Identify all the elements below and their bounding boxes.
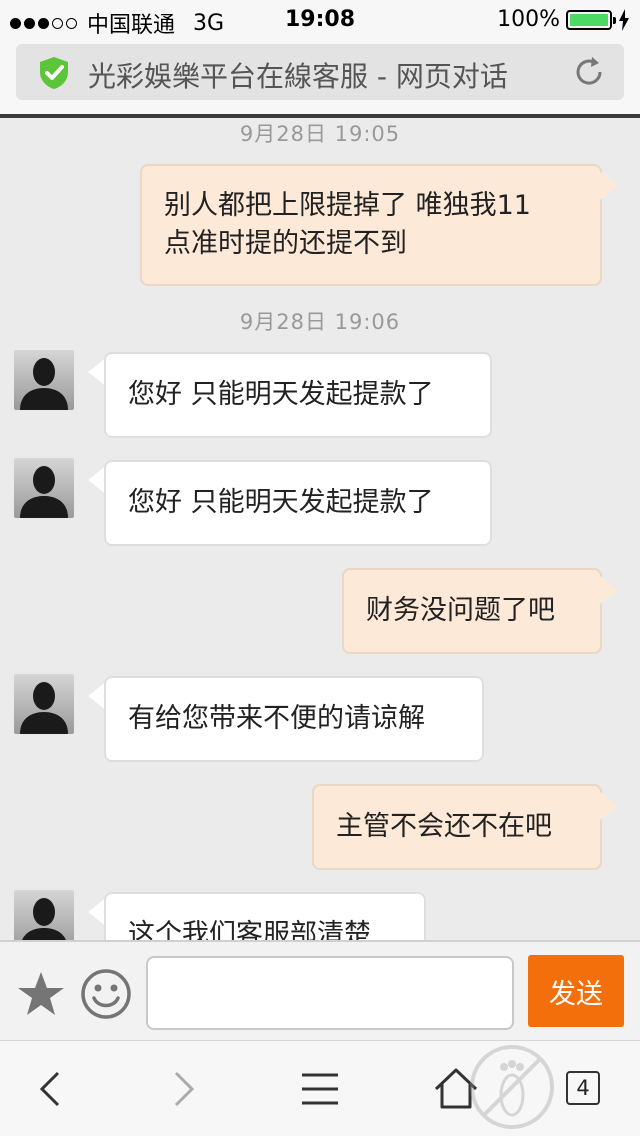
message-text: 您好 只能明天发起提款了 — [128, 379, 434, 410]
message-incoming[interactable]: 有给您带来不便的请谅解 — [104, 676, 484, 762]
avatar[interactable] — [14, 458, 74, 518]
message-incoming[interactable]: 您好 只能明天发起提款了 — [104, 460, 492, 546]
message-text: 您好 只能明天发起提款了 — [128, 487, 434, 518]
address-bar: 光彩娛樂平台在線客服 - 网页对话 — [0, 40, 640, 114]
message-text: 别人都把上限提掉了 唯独我11 — [164, 190, 531, 221]
star-icon[interactable] — [16, 970, 66, 1018]
page-title: 光彩娛樂平台在線客服 - 网页对话 — [88, 60, 508, 93]
timestamp: 9月28日 19:06 — [239, 310, 401, 334]
status-bar: 中国联通 3G 19:08 100% — [0, 0, 640, 40]
person-silhouette-icon — [20, 358, 68, 410]
message-input[interactable] — [146, 956, 514, 1030]
bubble-tail — [600, 172, 618, 200]
charging-icon — [619, 8, 629, 31]
emoji-icon[interactable] — [80, 968, 132, 1020]
message-text: 主管不会还不在吧 — [336, 811, 552, 842]
person-silhouette-icon — [20, 466, 68, 518]
message-outgoing[interactable]: 别人都把上限提掉了 唯独我11 点准时提的还提不到 — [140, 164, 602, 286]
refresh-icon[interactable] — [572, 55, 606, 89]
message-outgoing[interactable]: 主管不会还不在吧 — [312, 784, 602, 870]
bubble-tail — [600, 576, 618, 604]
message-incoming[interactable]: 您好 只能明天发起提款了 — [104, 352, 492, 438]
battery-icon — [566, 9, 616, 30]
message-text: 财务没问题了吧 — [366, 595, 555, 626]
message-text: 这个我们客服部清楚 — [128, 919, 371, 940]
message-outgoing[interactable]: 财务没问题了吧 — [342, 568, 602, 654]
avatar[interactable] — [14, 890, 74, 940]
shield-check-icon — [40, 57, 68, 89]
tabs-button[interactable]: 4 — [566, 1071, 600, 1105]
message-incoming[interactable]: 这个我们客服部清楚 — [104, 892, 426, 940]
chat-area[interactable]: 9月28日 19:05 别人都把上限提掉了 唯独我11 点准时提的还提不到 9月… — [0, 118, 640, 940]
timestamp: 9月28日 19:05 — [239, 122, 401, 146]
person-silhouette-icon — [20, 682, 68, 734]
message-text: 有给您带来不便的请谅解 — [128, 703, 425, 734]
bubble-tail — [600, 792, 618, 820]
url-field[interactable]: 光彩娛樂平台在線客服 - 网页对话 — [16, 44, 624, 100]
message-text: 点准时提的还提不到 — [164, 228, 407, 259]
browser-toolbar: 4 — [0, 1040, 640, 1136]
back-icon[interactable] — [28, 1065, 76, 1113]
send-button[interactable]: 发送 — [528, 955, 624, 1027]
chat-input-bar: 发送 — [0, 940, 640, 1040]
avatar[interactable] — [14, 674, 74, 734]
menu-icon[interactable] — [296, 1065, 344, 1113]
footprint-watermark-icon — [470, 1045, 554, 1129]
forward-icon[interactable] — [158, 1065, 206, 1113]
battery-percent: 100% — [497, 7, 560, 32]
person-silhouette-icon — [22, 898, 66, 940]
avatar[interactable] — [14, 350, 74, 410]
